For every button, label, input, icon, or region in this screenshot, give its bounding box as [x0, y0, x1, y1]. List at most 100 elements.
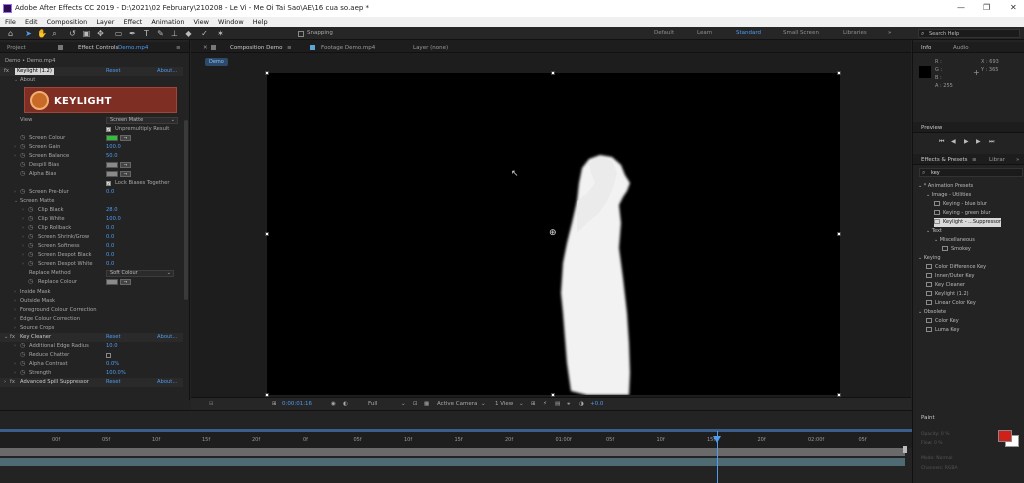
screen-gain-value[interactable]: 100.0 [106, 143, 121, 152]
workspace-learn[interactable]: Learn [697, 30, 712, 36]
key-cleaner-reset-link[interactable]: Reset [106, 333, 121, 342]
tab-project[interactable]: Project [7, 45, 26, 51]
first-frame-icon[interactable]: ⏮ [939, 138, 944, 146]
stopwatch-icon[interactable]: ◷ [28, 277, 33, 286]
stopwatch-icon[interactable]: ◷ [20, 368, 25, 377]
workspace-libraries[interactable]: Libraries [843, 30, 867, 36]
flowchart-icon[interactable]: ⚹ [567, 401, 570, 408]
maximize-button[interactable]: ❐ [983, 3, 990, 12]
keylight-about-section[interactable]: ⌄ About [0, 76, 183, 85]
despot-black-value[interactable]: 0.0 [106, 251, 114, 260]
hand-tool-icon[interactable]: ✋ [37, 29, 47, 38]
timeline-scroll-handle[interactable] [903, 446, 907, 453]
tab-libraries[interactable]: Librar [989, 157, 1005, 163]
replace-colour-swatch[interactable] [106, 279, 118, 285]
eraser-tool-icon[interactable]: ◆ [184, 29, 193, 38]
eyedropper-icon[interactable]: ⇝ [120, 279, 131, 285]
replace-method-dropdown[interactable]: Soft Colour ⌄ [106, 270, 174, 277]
effects-tree-item[interactable]: Keylight - ...Suppressor [934, 218, 1001, 227]
effects-tree-item[interactable]: Color Key [926, 317, 959, 326]
timecode-display[interactable]: 0:00:01:16 [282, 401, 312, 407]
foreground-color-swatch[interactable] [998, 430, 1012, 442]
search-help-input[interactable]: ⌕ Search Help [918, 29, 1020, 38]
next-frame-icon[interactable]: ▶ [976, 138, 981, 145]
stopwatch-icon[interactable]: ◷ [20, 359, 25, 368]
camera-dropdown[interactable]: Active Camera [437, 401, 477, 407]
workspace-standard[interactable]: Standard [736, 30, 761, 36]
edge-correction-group[interactable]: › Edge Colour Correction [0, 315, 183, 324]
effects-tree-item[interactable]: Linear Color Key [926, 299, 976, 308]
spill-suppressor-reset-link[interactable]: Reset [106, 378, 121, 387]
strength-value[interactable]: 100.0% [106, 369, 126, 378]
stopwatch-icon[interactable]: ◷ [20, 187, 25, 196]
zoom-dropdown[interactable]: Full [368, 401, 377, 407]
keylight-reset-link[interactable]: Reset [106, 67, 121, 76]
toggle-pixel-aspect-icon[interactable]: ⊞ [531, 401, 536, 407]
stopwatch-icon[interactable]: ◷ [28, 259, 33, 268]
despill-bias-swatch[interactable] [106, 162, 118, 168]
transparency-grid-icon[interactable]: ▦ [424, 401, 429, 407]
pen-tool-icon[interactable]: ✒ [128, 29, 137, 38]
alpha-bias-swatch[interactable] [106, 171, 118, 177]
fast-preview-icon[interactable]: ⚡ [543, 401, 547, 407]
region-of-interest-icon[interactable]: ⊡ [413, 401, 418, 407]
effects-tree-item[interactable]: Smokey [942, 245, 971, 254]
tab-info[interactable]: Info [921, 45, 931, 51]
workspace-small-screen[interactable]: Small Screen [783, 30, 819, 36]
effect-controls-scrollbar[interactable] [184, 120, 188, 300]
layer-bar[interactable] [0, 448, 905, 456]
menu-animation[interactable]: Animation [151, 17, 184, 27]
effects-tree-item[interactable]: Keying - blue blur [934, 200, 987, 209]
camera-tool-icon[interactable]: ▣ [82, 29, 91, 38]
clip-rollback-value[interactable]: 0.0 [106, 224, 114, 233]
stopwatch-icon[interactable]: ◷ [20, 133, 25, 142]
panel-menu-icon[interactable]: ≡ [972, 157, 977, 163]
home-icon[interactable]: ⌂ [6, 29, 15, 38]
composition-canvas[interactable]: ↖ ⊕ [267, 73, 840, 395]
lock-biases-checkbox[interactable]: ✓ [106, 181, 111, 186]
pan-behind-tool-icon[interactable]: ✥ [96, 29, 105, 38]
inside-mask-group[interactable]: › Inside Mask [0, 288, 183, 297]
effects-tree-item[interactable]: Color Difference Key [926, 263, 986, 272]
rectangle-tool-icon[interactable]: ▭ [114, 29, 123, 38]
panel-menu-icon[interactable]: ≡ [176, 45, 181, 51]
screen-balance-value[interactable]: 50.0 [106, 152, 118, 161]
keylight-effect-name[interactable]: Keylight (1.2) [15, 68, 54, 75]
minimize-button[interactable]: — [957, 3, 965, 12]
stopwatch-icon[interactable]: ◷ [28, 205, 33, 214]
selection-tool-icon[interactable]: ➤ [24, 29, 33, 38]
exposure-value[interactable]: +0.0 [590, 401, 603, 407]
tab-effect-controls[interactable]: Effect Controls [78, 45, 118, 51]
stopwatch-icon[interactable]: ◷ [28, 223, 33, 232]
despot-white-value[interactable]: 0.0 [106, 260, 114, 269]
softness-value[interactable]: 0.0 [106, 242, 114, 251]
chevron-down-icon[interactable]: ⌄ [481, 401, 486, 407]
view-dropdown[interactable]: Screen Matte ⌄ [106, 117, 178, 124]
effects-search-input[interactable]: ⌕ key [919, 168, 1023, 177]
fg-correction-group[interactable]: › Foreground Colour Correction [0, 306, 183, 315]
key-cleaner-about-link[interactable]: About... [157, 333, 177, 342]
panel-menu-icon[interactable]: ≡ [287, 45, 292, 51]
close-button[interactable]: ✕ [1010, 3, 1017, 12]
keylight-effect-header[interactable]: fx Keylight (1.2) Reset About... [0, 67, 183, 76]
key-cleaner-effect-header[interactable]: ⌄ fx Key Cleaner Reset About... [0, 333, 183, 342]
outside-mask-group[interactable]: › Outside Mask [0, 297, 183, 306]
close-tab-icon[interactable]: ✕ [203, 45, 208, 51]
effects-tree-item[interactable]: ⌄ Text [926, 227, 942, 236]
transform-handle[interactable] [551, 71, 555, 75]
effects-tree-item[interactable]: ⌄ Keying [918, 254, 941, 263]
effects-tree-item[interactable]: Inner/Outer Key [926, 272, 974, 281]
tab-composition[interactable]: Composition Demo [230, 45, 282, 51]
eyedropper-icon[interactable]: ⇝ [120, 171, 131, 177]
workspace-default[interactable]: Default [654, 30, 674, 36]
effects-tree-item[interactable]: Luma Key [926, 326, 959, 335]
stopwatch-icon[interactable]: ◷ [28, 214, 33, 223]
stopwatch-icon[interactable]: ◷ [28, 241, 33, 250]
clip-black-value[interactable]: 28.0 [106, 206, 118, 215]
transform-handle[interactable] [265, 232, 269, 236]
effects-tree-item[interactable]: ⌄ * Animation Presets [918, 182, 973, 191]
source-crops-group[interactable]: › Source Crops [0, 324, 183, 333]
panel-overflow-icon[interactable]: » [1016, 157, 1019, 163]
shrink-grow-value[interactable]: 0.0 [106, 233, 114, 242]
effects-tree-item[interactable]: Key Cleaner [926, 281, 965, 290]
